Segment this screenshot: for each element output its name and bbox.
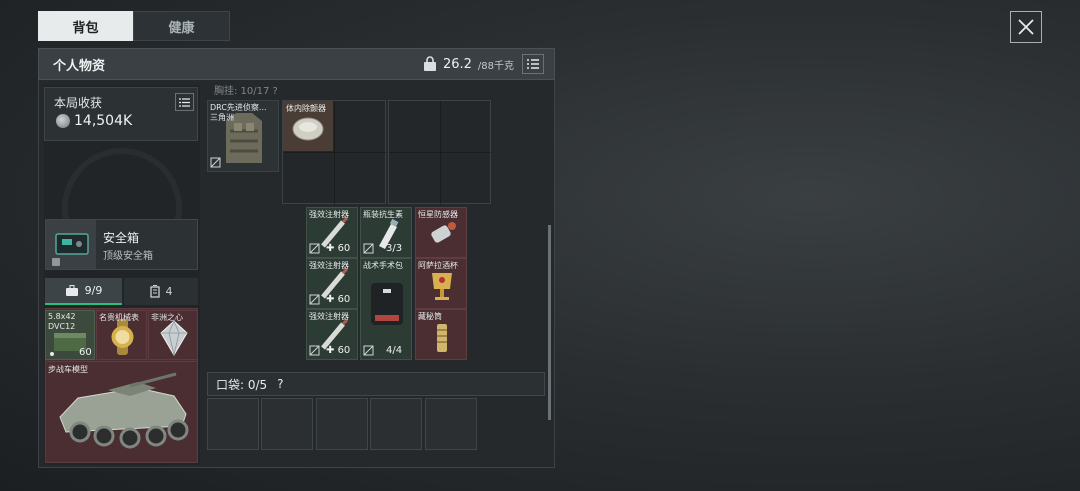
vehicle-label: 步战车模型 <box>48 365 88 374</box>
weight-indicator: 26.2 /88千克 <box>423 56 514 72</box>
vest-label-2: 三角洲 <box>210 113 234 122</box>
item-label-0: 强效注射器 <box>309 210 349 219</box>
item-label-2: 恒星防感器 <box>418 210 458 219</box>
gem-label: 非洲之心 <box>151 313 183 322</box>
list-icon <box>527 59 539 69</box>
pocket-slot-5[interactable] <box>425 398 477 450</box>
no-insure-icon <box>210 157 221 168</box>
harvest-value: 14,504K <box>74 113 133 129</box>
sort-list-button[interactable] <box>522 54 544 74</box>
bag-slots-count: 9/9 <box>84 284 103 297</box>
rig-grid-2x2-b <box>388 100 492 205</box>
tab-backpack[interactable]: 背包 <box>38 11 133 41</box>
safebox-subtitle: 顶级安全箱 <box>103 251 153 262</box>
pocket-header: 口袋: 0/5 ? <box>207 372 545 396</box>
item-label-3: 强效注射器 <box>309 261 349 270</box>
item-count-0: ✚ 60 <box>326 243 351 254</box>
vehicle-model-icon <box>59 372 189 449</box>
backpack-icon <box>65 284 78 296</box>
no-insure-icon <box>309 294 320 305</box>
close-button[interactable] <box>1010 11 1042 43</box>
detector-label: 体内除颤器 <box>286 104 326 113</box>
pocket-label: 口袋: 0/5 <box>216 377 268 392</box>
watch-label: 名贵机械表 <box>99 313 139 322</box>
weight-max: /88千克 <box>477 60 514 72</box>
item-label-7: 藏秘筒 <box>418 312 442 321</box>
item-label-6: 强效注射器 <box>309 312 349 321</box>
container-icon <box>149 285 160 298</box>
pocket-slot-3[interactable] <box>316 398 368 450</box>
pocket-slot-2[interactable] <box>261 398 313 450</box>
close-icon <box>1018 19 1034 35</box>
pocket-help-icon[interactable]: ? <box>277 377 283 391</box>
safebox-title: 安全箱 <box>103 231 140 245</box>
no-insure-icon <box>309 345 320 356</box>
bag-items-count: 4 <box>165 285 173 298</box>
safebox-icon <box>46 220 96 269</box>
vehicle-slot[interactable] <box>45 361 198 463</box>
weight-icon <box>423 56 436 71</box>
harvest-title: 本局收获 <box>54 96 103 110</box>
item-count-4: 4/4 <box>386 345 403 356</box>
panel-title: 个人物资 <box>53 58 106 74</box>
item-label-5: 阿萨拉酒杯 <box>418 261 458 270</box>
rig-capacity-strip: 胸挂: 10/17 ? <box>214 86 278 97</box>
pocket-slot-1[interactable] <box>207 398 259 450</box>
item-label-1: 瓶装抗生素 <box>363 210 403 219</box>
no-insure-icon <box>309 243 320 254</box>
item-count-6: ✚ 60 <box>326 345 351 356</box>
ammo-count: 60 <box>79 347 92 358</box>
ammo-dot <box>50 352 54 356</box>
item-label-4: 战术手术包 <box>363 261 403 270</box>
item-count-1: 3/3 <box>386 243 403 254</box>
no-insure-icon <box>363 243 374 254</box>
list-icon <box>179 97 190 107</box>
coin-icon <box>56 114 70 128</box>
tab-health[interactable]: 健康 <box>133 11 230 41</box>
item-count-3: ✚ 60 <box>326 294 351 305</box>
harvest-list-button[interactable] <box>175 93 194 111</box>
no-insure-icon <box>363 345 374 356</box>
ammo-label-1: 5.8x42 <box>48 312 76 321</box>
top-tabs: 背包 健康 <box>38 11 230 41</box>
weight-value: 26.2 <box>442 56 472 72</box>
bag-tab-items[interactable]: 4 <box>124 278 198 305</box>
ammo-label-2: DVC12 <box>48 322 76 331</box>
bag-tab-slots[interactable]: 9/9 <box>45 278 122 305</box>
panel-header: 个人物资 26.2 /88千克 <box>38 48 555 80</box>
scrollbar[interactable] <box>548 225 551 420</box>
pocket-slot-4[interactable] <box>370 398 422 450</box>
